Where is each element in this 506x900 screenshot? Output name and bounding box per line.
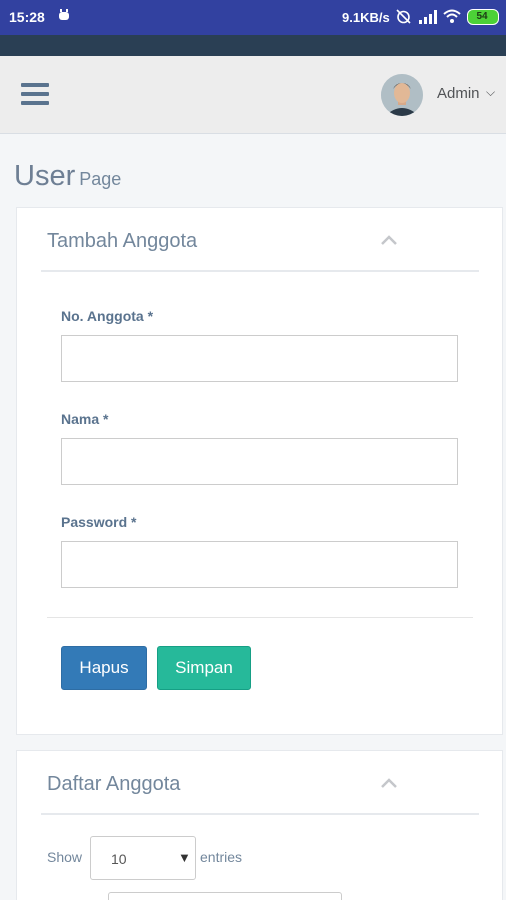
panel-title: Daftar Anggota <box>47 773 181 795</box>
page-title-main: User <box>14 160 76 192</box>
member-number-label: No. Anggota * <box>61 308 154 324</box>
wifi-icon <box>443 9 461 23</box>
panel-divider <box>41 270 479 272</box>
signal-icon <box>419 10 437 24</box>
entries-label: entries <box>200 849 243 865</box>
panel-title: Tambah Anggota <box>47 230 198 252</box>
chevron-down-icon[interactable]: ⌵ <box>486 85 495 100</box>
bug-notification-icon <box>59 9 69 20</box>
hamburger-menu-icon[interactable] <box>21 83 49 107</box>
form-divider <box>47 617 473 618</box>
network-speed: 9.1KB/s <box>342 10 390 25</box>
chevron-up-icon[interactable] <box>380 234 398 246</box>
entries-value: 10 <box>111 851 127 867</box>
battery-level: 54 <box>476 11 488 22</box>
top-nav: Admin ⌵ <box>0 56 506 134</box>
password-label: Password * <box>61 514 137 530</box>
alarm-off-icon <box>396 9 411 24</box>
user-photo-icon <box>381 74 423 116</box>
panel-divider <box>41 813 479 815</box>
member-number-input[interactable] <box>61 335 458 382</box>
battery-icon: 54 <box>467 9 499 25</box>
member-list-panel: Daftar Anggota Show 10 ▼ entries <box>16 750 503 900</box>
name-input[interactable] <box>61 438 458 485</box>
save-button[interactable]: Simpan <box>157 646 251 690</box>
reset-button[interactable]: Hapus <box>61 646 147 690</box>
user-menu-name[interactable]: Admin <box>437 85 480 102</box>
sidebar-header-band <box>0 35 506 56</box>
name-label: Nama * <box>61 411 109 427</box>
status-bar: 15:28 9.1KB/s 54 <box>0 0 506 35</box>
search-input[interactable] <box>108 892 342 900</box>
password-input[interactable] <box>61 541 458 588</box>
page-title-sub: Page <box>79 169 122 189</box>
status-time: 15:28 <box>9 9 45 25</box>
chevron-up-icon[interactable] <box>380 777 398 789</box>
entries-select[interactable]: 10 ▼ <box>90 836 196 880</box>
dropdown-caret-icon: ▼ <box>178 850 191 865</box>
show-label: Show <box>47 849 83 865</box>
page-title: User Page <box>14 160 121 193</box>
avatar[interactable] <box>381 74 423 116</box>
add-member-panel: Tambah Anggota No. Anggota * Nama * Pass… <box>16 207 503 735</box>
